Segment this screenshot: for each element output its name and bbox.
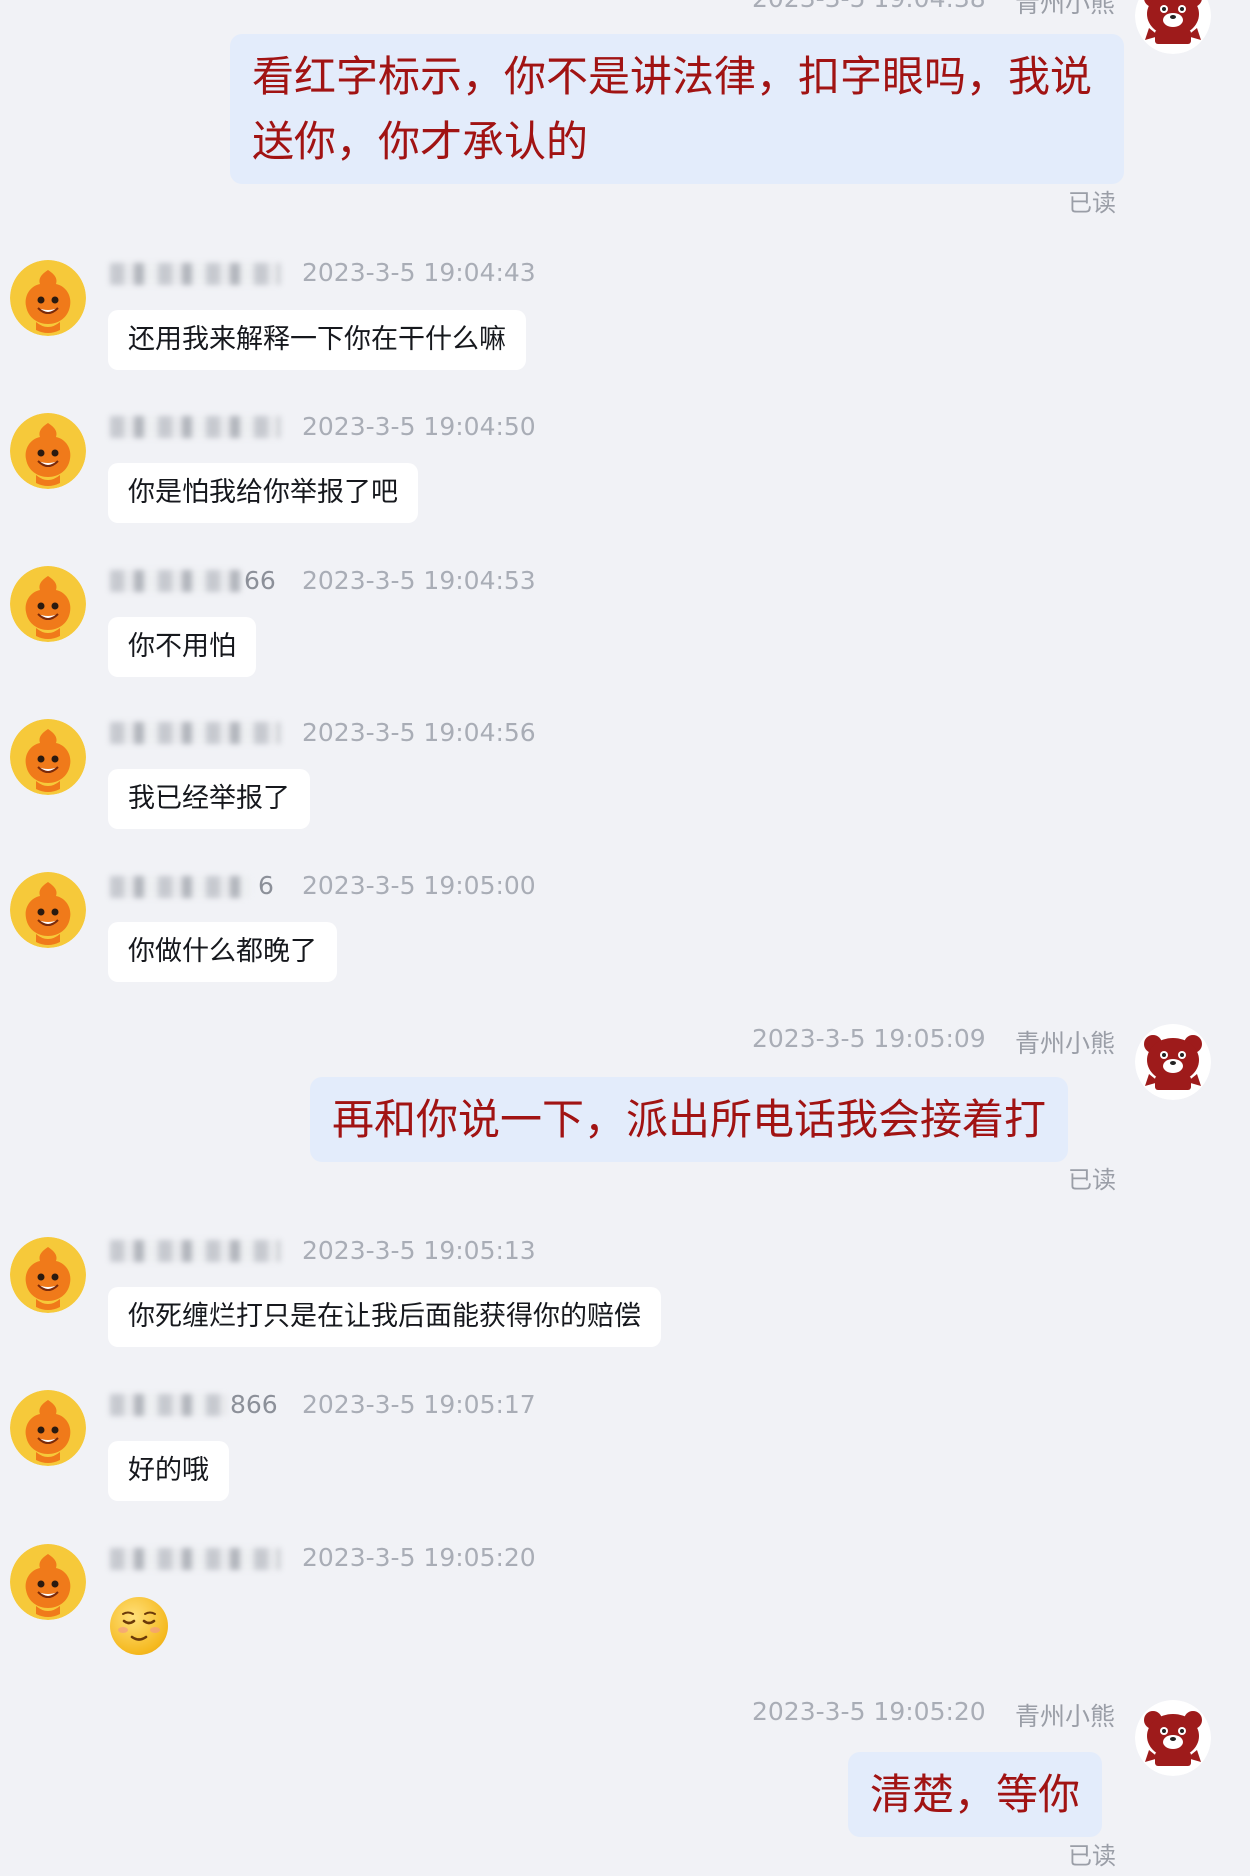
- incoming-message-bubble[interactable]: 你死缠烂打只是在让我后面能获得你的赔偿: [108, 1287, 661, 1347]
- self-avatar-icon[interactable]: [1135, 0, 1211, 54]
- contact-nickname: [110, 416, 280, 438]
- contact-avatar-icon[interactable]: [10, 413, 86, 489]
- incoming-message-bubble[interactable]: 还用我来解释一下你在干什么嘛: [108, 310, 526, 370]
- relieved-face-icon: [118, 1611, 160, 1641]
- message-timestamp: 2023-3-5 19:05:00: [302, 871, 536, 900]
- contact-nickname: [110, 1394, 228, 1416]
- sender-name: 青州小熊: [1015, 0, 1116, 18]
- outgoing-message-bubble[interactable]: 再和你说一下，派出所电话我会接着打: [310, 1077, 1069, 1162]
- contact-nickname: [110, 570, 242, 592]
- contact-avatar-icon[interactable]: [10, 872, 86, 948]
- incoming-message-bubble[interactable]: 你做什么都晚了: [108, 922, 337, 982]
- contact-avatar-icon[interactable]: [10, 719, 86, 795]
- message-timestamp: 2023-3-5 19:05:20: [752, 1697, 986, 1726]
- contact-avatar-icon[interactable]: [10, 1237, 86, 1313]
- message-timestamp: 2023-3-5 19:04:53: [302, 566, 536, 595]
- read-status: 已读: [1068, 189, 1116, 217]
- incoming-message-bubble[interactable]: 你不用怕: [108, 617, 256, 677]
- sender-name: 青州小熊: [1015, 1702, 1116, 1731]
- contact-nickname-suffix: 866: [230, 1390, 278, 1419]
- contact-avatar-icon[interactable]: [10, 1390, 86, 1466]
- contact-nickname: [110, 722, 280, 744]
- incoming-message-bubble[interactable]: 你是怕我给你举报了吧: [108, 463, 418, 523]
- contact-avatar-icon[interactable]: [10, 260, 86, 336]
- message-timestamp: 2023-3-5 19:04:43: [302, 258, 536, 287]
- outgoing-message-bubble[interactable]: 看红字标示，你不是讲法律，扣字眼吗，我说送你，你才承认的: [230, 34, 1124, 184]
- message-timestamp: 2023-3-5 19:05:13: [302, 1236, 536, 1265]
- message-timestamp: 2023-3-5 19:04:56: [302, 718, 536, 747]
- contact-nickname: [110, 1548, 280, 1570]
- contact-nickname-suffix: 6: [258, 871, 274, 900]
- read-status: 已读: [1068, 1842, 1116, 1870]
- contact-nickname: [110, 1240, 280, 1262]
- message-timestamp: 2023-3-5 19:05:17: [302, 1390, 536, 1419]
- self-avatar-icon[interactable]: [1135, 1700, 1211, 1776]
- contact-nickname: [110, 876, 250, 898]
- contact-nickname: [110, 263, 280, 285]
- contact-nickname-suffix: 66: [244, 566, 276, 595]
- sender-name: 青州小熊: [1015, 1029, 1116, 1058]
- message-timestamp: 2023-3-5 19:04:38: [752, 0, 986, 13]
- relieved-face-emoji[interactable]: [110, 1597, 168, 1655]
- message-timestamp: 2023-3-5 19:04:50: [302, 412, 536, 441]
- message-timestamp: 2023-3-5 19:05:09: [752, 1024, 986, 1053]
- incoming-message-bubble[interactable]: 好的哦: [108, 1441, 229, 1501]
- contact-avatar-icon[interactable]: [10, 1544, 86, 1620]
- incoming-message-bubble[interactable]: 我已经举报了: [108, 769, 310, 829]
- contact-avatar-icon[interactable]: [10, 566, 86, 642]
- self-avatar-icon[interactable]: [1135, 1024, 1211, 1100]
- read-status: 已读: [1068, 1166, 1116, 1194]
- outgoing-message-bubble[interactable]: 清楚，等你: [848, 1752, 1103, 1837]
- message-timestamp: 2023-3-5 19:05:20: [302, 1543, 536, 1572]
